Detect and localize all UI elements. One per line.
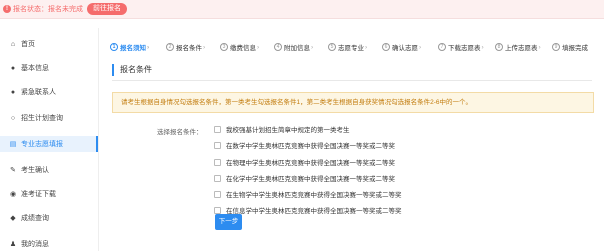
condition-option-label: 在数学中学生奥林匹克竞赛中获得全国决赛一等奖或二等奖 bbox=[226, 143, 395, 150]
download-icon: ◉ bbox=[9, 191, 17, 198]
condition-option-label: 我校强基计划招生简章中规定的第一类考生 bbox=[226, 127, 350, 134]
arrow-right-icon: › bbox=[147, 43, 150, 51]
checkbox[interactable] bbox=[214, 158, 221, 166]
step-circle-icon: 9 bbox=[552, 43, 560, 51]
sidebar-item-basic-info[interactable]: ● 基本信息 bbox=[0, 60, 98, 76]
sidebar-item-label: 紧急联系人 bbox=[21, 89, 56, 96]
search-icon: ○ bbox=[10, 114, 16, 122]
step-circle-icon: 5 bbox=[328, 43, 336, 51]
step-label: 附加信息 bbox=[284, 45, 310, 52]
step-registration-notice[interactable]: 1 报名须知 › bbox=[110, 41, 149, 53]
sidebar-item-emergency-contact[interactable]: ● 紧急联系人 bbox=[0, 84, 98, 100]
score-icon: ◆ bbox=[10, 215, 16, 222]
checkbox[interactable] bbox=[214, 190, 221, 198]
step-registration-conditions[interactable]: 2 报名条件 › bbox=[166, 41, 205, 53]
sidebar-item-enrollment-plan[interactable]: ○ 招生计划查询 bbox=[0, 110, 98, 126]
checkbox[interactable] bbox=[214, 125, 221, 133]
contact-icon: ● bbox=[10, 88, 16, 96]
step-completed[interactable]: 9 填报完成 bbox=[552, 41, 588, 53]
sidebar-item-label: 我的消息 bbox=[21, 241, 49, 248]
arrow-right-icon: › bbox=[481, 43, 484, 51]
condition-option-4[interactable]: 在化学中学生奥林匹克竞赛中获得全国决赛一等奖或二等奖 bbox=[214, 173, 395, 183]
sidebar-item-label: 考生确认 bbox=[21, 167, 49, 174]
user-icon: ● bbox=[10, 64, 16, 72]
step-circle-icon: 6 bbox=[382, 43, 390, 51]
step-label: 报名须知 bbox=[120, 45, 146, 52]
warning-icon: ! bbox=[3, 5, 11, 13]
sidebar-item-home[interactable]: ⌂ 首页 bbox=[0, 36, 98, 52]
section-title: 报名条件 bbox=[112, 64, 152, 76]
step-payment-info[interactable]: 3 缴费信息 › bbox=[220, 41, 259, 53]
step-circle-icon: 4 bbox=[274, 43, 282, 51]
condition-option-label: 在物理中学生奥林匹克竞赛中获得全国决赛一等奖或二等奖 bbox=[226, 160, 395, 167]
sidebar-item-candidate-confirm[interactable]: ✎ 考生确认 bbox=[0, 162, 98, 178]
checkbox[interactable] bbox=[214, 141, 221, 149]
sidebar-item-label: 基本信息 bbox=[21, 65, 49, 72]
sidebar-item-label: 准考证下载 bbox=[21, 191, 56, 198]
step-download-form[interactable]: 7 下载志愿表 › bbox=[438, 41, 484, 53]
sidebar-item-messages[interactable]: ♟ 我的消息 bbox=[0, 236, 98, 251]
document-icon: ▤ bbox=[9, 141, 17, 148]
step-label: 上传志愿表 bbox=[505, 45, 538, 52]
step-label: 缴费信息 bbox=[230, 45, 256, 52]
condition-option-5[interactable]: 在生物学中学生奥林匹克竞赛中获得全国决赛一等奖或二等奖 bbox=[214, 189, 402, 199]
checkbox[interactable] bbox=[214, 206, 221, 214]
condition-option-1[interactable]: 我校强基计划招生简章中规定的第一类考生 bbox=[214, 124, 350, 134]
step-circle-icon: 3 bbox=[220, 43, 228, 51]
step-circle-icon: 7 bbox=[438, 43, 446, 51]
registration-status-bar: ! 报名状态：报名未完成 前往报名 bbox=[0, 0, 604, 19]
condition-option-label: 在化学中学生奥林匹克竞赛中获得全国决赛一等奖或二等奖 bbox=[226, 176, 395, 183]
step-label: 下载志愿表 bbox=[448, 45, 481, 52]
step-circle-icon: 1 bbox=[110, 43, 118, 51]
condition-option-6[interactable]: 在信息学中学生奥林匹克竞赛中获得全国决赛一等奖或二等奖 bbox=[214, 205, 402, 215]
arrow-right-icon: › bbox=[538, 43, 541, 51]
edit-icon: ✎ bbox=[10, 167, 16, 174]
message-icon: ♟ bbox=[9, 241, 17, 248]
step-circle-icon: 8 bbox=[495, 43, 503, 51]
step-preferred-major[interactable]: 5 志愿专业 › bbox=[328, 41, 367, 53]
checkbox[interactable] bbox=[214, 174, 221, 182]
notice-banner: 请考生根据自身情况勾选报名条件，第一类考生勾选报名条件1，第二类考生根据自身获奖… bbox=[112, 92, 594, 113]
conditions-label: 选择报名条件： bbox=[157, 129, 203, 136]
step-label: 志愿专业 bbox=[338, 45, 364, 52]
condition-option-3[interactable]: 在物理中学生奥林匹克竞赛中获得全国决赛一等奖或二等奖 bbox=[214, 157, 395, 167]
step-circle-icon: 2 bbox=[166, 43, 174, 51]
sidebar-item-score-query[interactable]: ◆ 成绩查询 bbox=[0, 210, 98, 226]
sidebar-item-label: 成绩查询 bbox=[21, 215, 49, 222]
divider bbox=[112, 80, 592, 81]
arrow-right-icon: › bbox=[203, 43, 206, 51]
arrow-right-icon: › bbox=[419, 43, 422, 51]
condition-option-label: 在信息学中学生奥林匹克竞赛中获得全国决赛一等奖或二等奖 bbox=[226, 208, 402, 215]
sidebar-item-label: 首页 bbox=[21, 41, 35, 48]
registration-status-text: 报名状态：报名未完成 bbox=[13, 6, 83, 13]
step-label: 报名条件 bbox=[176, 45, 202, 52]
condition-option-label: 在生物学中学生奥林匹克竞赛中获得全国决赛一等奖或二等奖 bbox=[226, 192, 402, 199]
arrow-right-icon: › bbox=[257, 43, 260, 51]
condition-option-2[interactable]: 在数学中学生奥林匹克竞赛中获得全国决赛一等奖或二等奖 bbox=[214, 140, 395, 150]
sidebar-item-major-application[interactable]: ▤ 专业志愿填报 bbox=[0, 136, 98, 152]
step-additional-info[interactable]: 4 附加信息 › bbox=[274, 41, 313, 53]
arrow-right-icon: › bbox=[311, 43, 314, 51]
go-register-button[interactable]: 前往报名 bbox=[87, 3, 127, 15]
progress-steps: 1 报名须知 › 2 报名条件 › 3 缴费信息 › 4 附加信息 › 5 志愿… bbox=[110, 41, 604, 53]
sidebar-item-label: 专业志愿填报 bbox=[21, 141, 63, 148]
arrow-right-icon: › bbox=[365, 43, 368, 51]
step-confirm-preference[interactable]: 6 确认志愿 › bbox=[382, 41, 421, 53]
home-icon: ⌂ bbox=[10, 40, 16, 48]
step-label: 确认志愿 bbox=[392, 45, 418, 52]
sidebar-item-label: 招生计划查询 bbox=[21, 115, 63, 122]
step-upload-form[interactable]: 8 上传志愿表 › bbox=[495, 41, 541, 53]
next-step-button[interactable]: 下一步 bbox=[215, 214, 242, 230]
sidebar-item-admission-ticket[interactable]: ◉ 准考证下载 bbox=[0, 186, 98, 202]
sidebar: ⌂ 首页 ● 基本信息 ● 紧急联系人 ○ 招生计划查询 ▤ 专业志愿填报 ✎ … bbox=[0, 28, 99, 251]
step-label: 填报完成 bbox=[562, 45, 588, 52]
